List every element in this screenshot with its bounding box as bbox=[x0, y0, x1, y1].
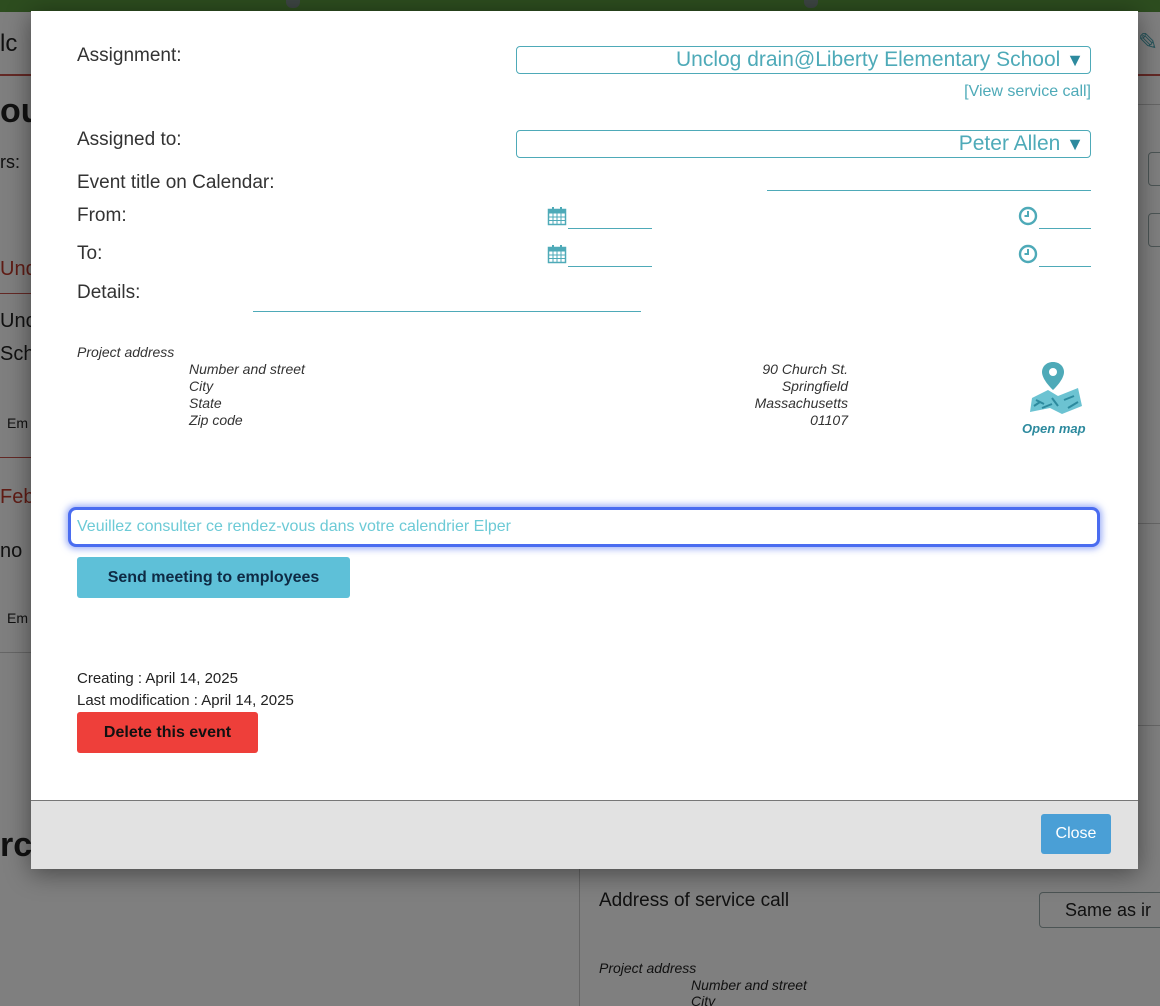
state-label: State bbox=[189, 395, 222, 411]
from-label: From: bbox=[77, 205, 127, 226]
to-label: To: bbox=[77, 243, 103, 264]
last-modification-date: Last modification : April 14, 2025 bbox=[77, 692, 294, 709]
view-service-call-link[interactable]: [View service call] bbox=[964, 83, 1091, 101]
assigned-to-select[interactable]: Peter Allen ▼ bbox=[516, 130, 1091, 158]
assigned-to-value: Peter Allen bbox=[958, 132, 1061, 155]
details-input[interactable] bbox=[253, 311, 641, 312]
zip-code-label: Zip code bbox=[189, 412, 243, 428]
modal-footer: Close bbox=[31, 800, 1138, 869]
map-pin-icon[interactable] bbox=[1024, 360, 1086, 416]
creating-date: Creating : April 14, 2025 bbox=[77, 670, 238, 687]
from-date-input[interactable] bbox=[568, 228, 652, 229]
event-title-input[interactable] bbox=[767, 190, 1091, 191]
assignment-select[interactable]: Unclog drain@Liberty Elementary School ▼ bbox=[516, 46, 1091, 74]
dropdown-arrow-icon: ▼ bbox=[1066, 50, 1084, 70]
close-button[interactable]: Close bbox=[1041, 814, 1111, 854]
project-address-heading: Project address bbox=[77, 344, 175, 360]
event-title-label: Event title on Calendar: bbox=[77, 172, 275, 193]
calendar-icon[interactable] bbox=[547, 244, 567, 264]
message-input[interactable] bbox=[68, 507, 1100, 547]
from-time-input[interactable] bbox=[1039, 228, 1091, 229]
event-modal: Assignment: Unclog drain@Liberty Element… bbox=[31, 11, 1138, 869]
assigned-to-label: Assigned to: bbox=[77, 129, 182, 150]
clock-icon[interactable] bbox=[1018, 206, 1038, 226]
state-value: Massachusetts bbox=[754, 395, 848, 411]
city-value: Springfield bbox=[781, 378, 848, 394]
assignment-value: Unclog drain@Liberty Elementary School bbox=[675, 48, 1061, 71]
number-and-street-label: Number and street bbox=[189, 361, 305, 377]
to-time-input[interactable] bbox=[1039, 266, 1091, 267]
assignment-label: Assignment: bbox=[77, 45, 182, 66]
dropdown-arrow-icon: ▼ bbox=[1066, 134, 1084, 154]
project-address-fields: Number and street City State Zip code bbox=[189, 361, 305, 429]
zip-code-value: 01107 bbox=[810, 412, 848, 428]
city-label: City bbox=[189, 378, 214, 394]
open-map-link[interactable]: Open map bbox=[1022, 421, 1086, 436]
street-value: 90 Church St. bbox=[762, 361, 848, 377]
delete-event-button[interactable]: Delete this event bbox=[77, 712, 258, 753]
details-label: Details: bbox=[77, 282, 141, 303]
project-address-values: 90 Church St. Springfield Massachusetts … bbox=[648, 361, 848, 429]
to-date-input[interactable] bbox=[568, 266, 652, 267]
send-meeting-button[interactable]: Send meeting to employees bbox=[77, 557, 350, 598]
clock-icon[interactable] bbox=[1018, 244, 1038, 264]
calendar-icon[interactable] bbox=[547, 206, 567, 226]
